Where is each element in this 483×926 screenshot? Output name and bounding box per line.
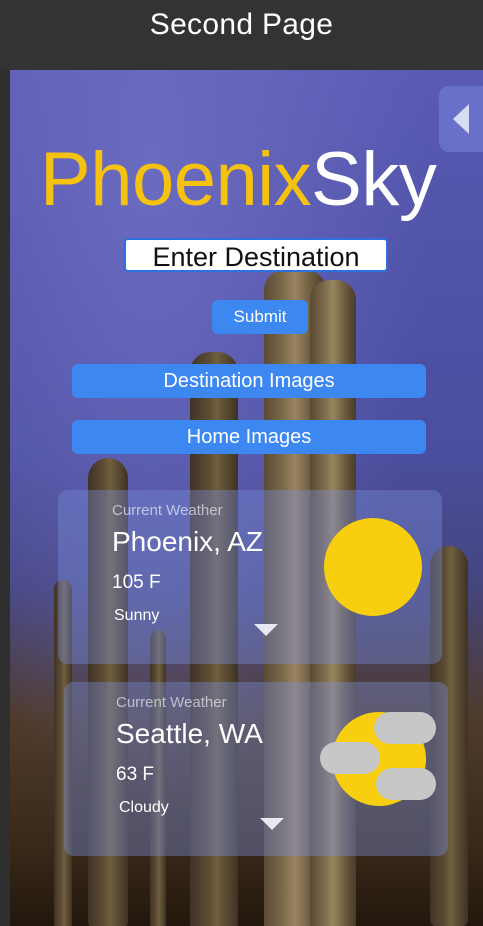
cloud-shape — [376, 768, 436, 800]
home-images-button[interactable]: Home Images — [72, 420, 426, 454]
page-header: Second Page — [0, 0, 483, 70]
app-screen: PhoenixSky Enter Destination Submit Dest… — [10, 70, 483, 926]
weather-city: Seattle, WA — [116, 718, 263, 749]
destination-input[interactable]: Enter Destination — [124, 238, 388, 272]
brand-sky: Sky — [311, 137, 437, 222]
destination-images-button[interactable]: Destination Images — [72, 364, 426, 398]
weather-temp: 105 F — [112, 572, 161, 593]
back-button[interactable] — [439, 86, 483, 152]
submit-button[interactable]: Submit — [212, 300, 308, 334]
chevron-down-icon[interactable] — [260, 818, 284, 830]
page-title: Second Page — [149, 8, 334, 41]
weather-card[interactable]: Current Weather Seattle, WA 63 F Cloudy — [64, 682, 448, 856]
sun-icon — [324, 518, 422, 616]
chevron-down-icon[interactable] — [254, 624, 278, 636]
weather-temp: 63 F — [116, 764, 155, 785]
weather-city: Phoenix, AZ — [112, 526, 263, 557]
weather-subtitle: Current Weather — [112, 502, 223, 519]
brand-phoenix: Phoenix — [40, 137, 312, 222]
weather-condition: Cloudy — [119, 799, 169, 816]
brand-logo: PhoenixSky — [40, 142, 437, 218]
chevron-left-icon — [453, 104, 469, 134]
cloud-shape — [374, 712, 436, 744]
weather-condition: Sunny — [114, 607, 160, 624]
weather-subtitle: Current Weather — [116, 694, 227, 711]
weather-card[interactable]: Current Weather Phoenix, AZ 105 F Sunny — [58, 490, 442, 664]
cloud-shape — [320, 742, 380, 774]
